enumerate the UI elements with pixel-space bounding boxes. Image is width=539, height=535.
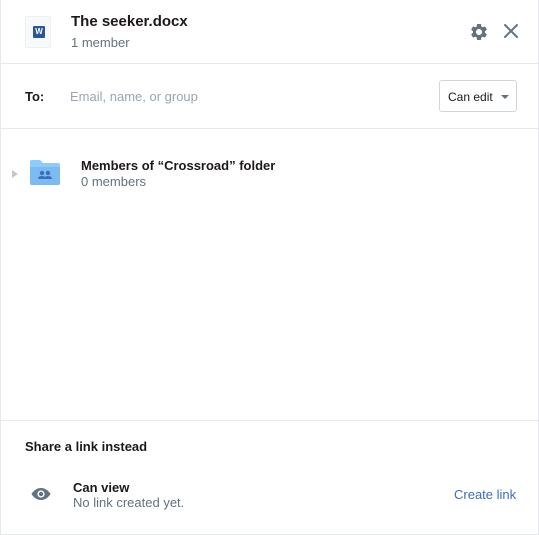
link-access-title: Can view xyxy=(73,480,130,495)
member-count: 1 member xyxy=(71,35,130,50)
share-link-heading: Share a link instead xyxy=(25,439,148,454)
word-file-badge: W xyxy=(33,26,45,38)
member-group-name: Members of “Crossroad” folder xyxy=(81,158,276,173)
link-status: No link created yet. xyxy=(73,495,185,510)
share-link-section: Share a link instead Can view No link cr… xyxy=(1,420,539,535)
share-dialog: W The seeker.docx 1 member To: Can edit … xyxy=(0,0,539,535)
member-group-count: 0 members xyxy=(81,174,147,189)
eye-icon xyxy=(31,488,51,500)
gear-icon[interactable] xyxy=(469,22,489,42)
shared-folder-icon xyxy=(30,160,60,185)
permission-dropdown[interactable]: Can edit xyxy=(439,80,517,112)
permission-value: Can edit xyxy=(448,90,493,104)
expand-arrow-icon[interactable] xyxy=(12,170,18,178)
chevron-down-icon xyxy=(501,95,509,99)
word-file-icon: W xyxy=(25,16,51,48)
recipient-input[interactable] xyxy=(65,82,425,110)
create-link-button[interactable]: Create link xyxy=(454,487,516,502)
to-label: To: xyxy=(25,89,45,104)
close-icon[interactable] xyxy=(502,22,520,40)
file-title: The seeker.docx xyxy=(71,13,188,30)
dialog-header: W The seeker.docx 1 member xyxy=(1,0,539,64)
share-to-row: To: Can edit xyxy=(1,64,539,129)
member-group-row[interactable]: Members of “Crossroad” folder 0 members xyxy=(1,150,539,196)
